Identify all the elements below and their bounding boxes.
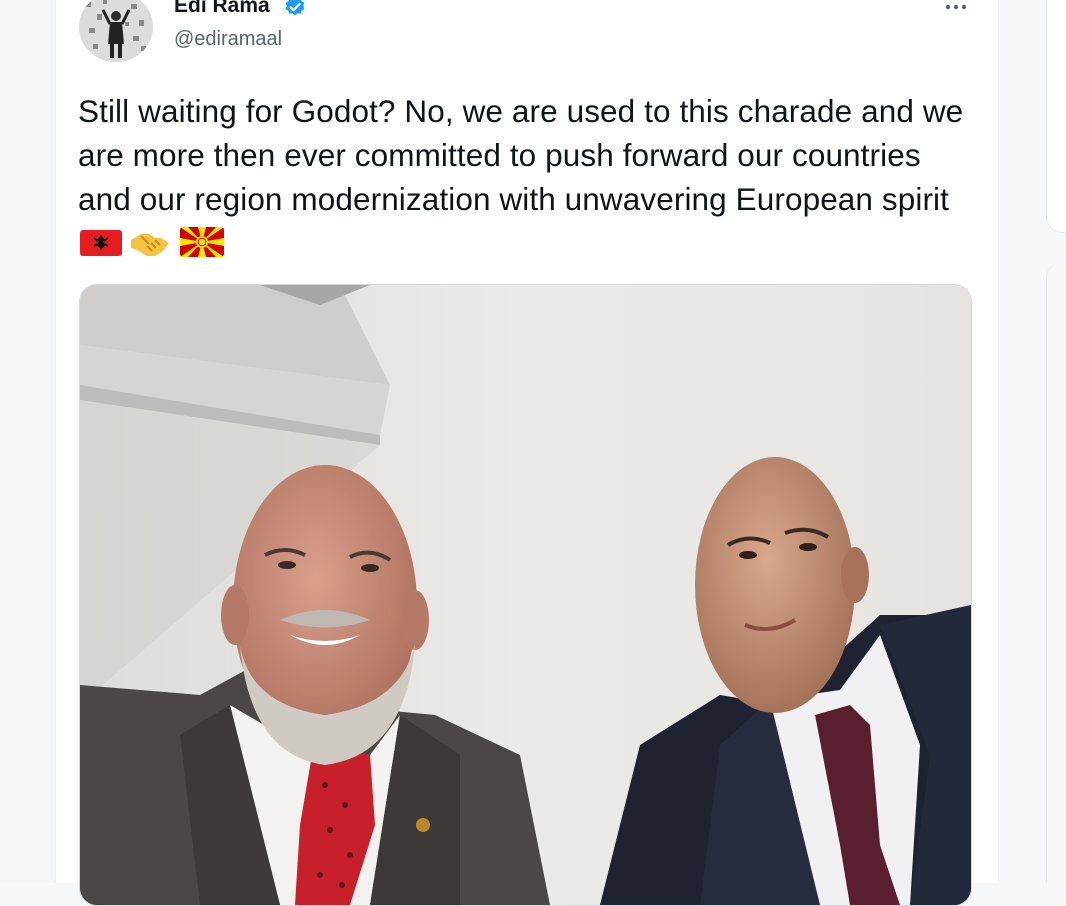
north-macedonia-flag-emoji	[180, 227, 224, 257]
handshake-emoji	[131, 234, 169, 256]
sidebar-widget-secondary	[1046, 262, 1066, 883]
tweet-media[interactable]	[79, 284, 972, 906]
display-name[interactable]: Edi Rama	[174, 0, 270, 18]
tweet-text: Still waiting for Godot? No, we are used…	[78, 93, 964, 217]
user-handle[interactable]: @ediramaal	[174, 28, 282, 51]
tweet-text-block: Still waiting for Godot? No, we are used…	[78, 89, 978, 265]
albania-flag-emoji	[80, 230, 122, 256]
left-background	[0, 0, 55, 883]
sidebar-widget	[1046, 0, 1066, 233]
more-dots-icon[interactable]	[944, 3, 968, 11]
verified-badge-icon	[285, 0, 305, 16]
selfie-photo	[80, 285, 971, 905]
